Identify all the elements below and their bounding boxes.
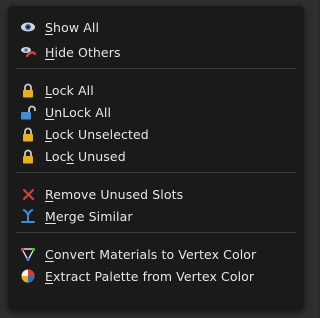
menu-item-extract-palette-from-vertex-color[interactable]: Extract Palette from Vertex Color — [8, 265, 304, 287]
menu-item-lock-all[interactable]: Lock All — [8, 79, 304, 101]
menu-item-label: Convert Materials to Vertex Color — [45, 246, 257, 262]
menu-item-label: Show All — [45, 19, 100, 35]
remove-x-icon — [20, 186, 36, 202]
menu-item-convert-materials-to-vertex-color[interactable]: Convert Materials to Vertex Color — [8, 243, 304, 265]
menu-separator — [16, 68, 296, 69]
unlock-icon — [20, 104, 36, 120]
vertex-color-icon — [20, 246, 36, 262]
menu-item-label: Remove Unused Slots — [45, 186, 184, 202]
menu-item-label: Extract Palette from Vertex Color — [45, 268, 255, 284]
menu-item-remove-unused-slots[interactable]: Remove Unused Slots — [8, 183, 304, 205]
menu-item-lock-unselected[interactable]: Lock Unselected — [8, 123, 304, 145]
hide-others-icon — [20, 44, 36, 60]
context-menu: Show All Hide Others Lock All UnLock All… — [8, 6, 304, 310]
menu-separator — [16, 232, 296, 233]
menu-item-label: Lock Unselected — [45, 126, 149, 142]
menu-item-label: Merge Similar — [45, 208, 133, 224]
menu-item-show-all[interactable]: Show All — [8, 16, 304, 38]
lock-icon — [20, 126, 36, 142]
menu-item-lock-unused[interactable]: Lock Unused — [8, 145, 304, 167]
eye-icon — [20, 19, 36, 35]
palette-icon — [20, 268, 36, 284]
menu-item-label: UnLock All — [45, 104, 112, 120]
merge-icon — [20, 208, 36, 224]
menu-item-label: Hide Others — [45, 44, 121, 60]
menu-item-merge-similar[interactable]: Merge Similar — [8, 205, 304, 227]
menu-item-label: Lock Unused — [45, 148, 126, 164]
menu-item-unlock-all[interactable]: UnLock All — [8, 101, 304, 123]
menu-item-label: Lock All — [45, 82, 94, 98]
lock-icon — [20, 82, 36, 98]
lock-icon — [20, 148, 36, 164]
menu-separator — [16, 172, 296, 173]
menu-item-hide-others[interactable]: Hide Others — [8, 41, 304, 63]
